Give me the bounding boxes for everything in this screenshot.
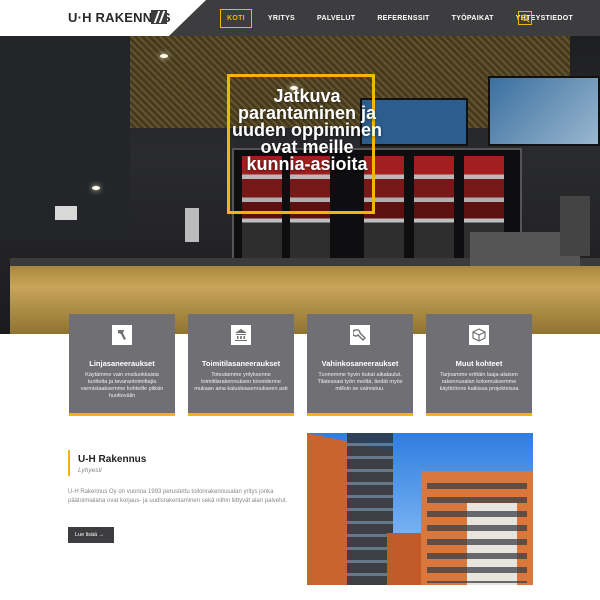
hero-title: Jatkuva parantaminen ja uuden oppiminen … — [232, 86, 382, 174]
hero-banner: Jatkuva parantaminen ja uuden oppiminen … — [0, 36, 600, 334]
service-title: Toimitilasaneeraukset — [201, 359, 281, 368]
read-more-button[interactable]: Lue lisää → — [68, 527, 114, 543]
service-title: Muut kohteet — [455, 359, 503, 368]
main-nav: KOTI YRITYS PALVELUT REFERENSSIT TYÖPAIK… — [220, 0, 595, 36]
service-text: Tarjoamme erittäin laaja-alaisen rakennu… — [439, 372, 519, 392]
about-text: U-H Rakennus Oy on vuonna 1993 perustett… — [68, 489, 288, 504]
service-card-vahinkosaneeraukset[interactable]: Vahinkosaneeraukset Tunnemme hyvin tiuka… — [307, 314, 413, 416]
about-accent-bar — [68, 450, 70, 476]
photo-building-balconies — [427, 483, 527, 583]
service-card-muut-kohteet[interactable]: Muut kohteet Tarjoamme erittäin laaja-al… — [426, 314, 532, 416]
service-text: Käytämme vain ensiluokkaisia tuotteita j… — [80, 372, 164, 399]
about-subtitle: Lyhyesti — [78, 467, 102, 474]
hero-menu-screen — [488, 76, 600, 146]
nav-item-tyopaikat[interactable]: TYÖPAIKAT — [452, 15, 494, 22]
search-button[interactable] — [518, 11, 532, 25]
wrench-icon — [350, 325, 370, 345]
service-card-toimitilasaneeraukset[interactable]: Toimitilasaneeraukset Toteutamme yrityks… — [188, 314, 294, 416]
building-icon — [231, 325, 251, 345]
hammer-icon — [112, 325, 132, 345]
service-card-linjasaneeraukset[interactable]: Linjasaneeraukset Käytämme vain ensiluok… — [69, 314, 175, 416]
nav-item-yritys[interactable]: YRITYS — [268, 15, 295, 22]
about-title: U-H Rakennus — [78, 454, 147, 465]
nav-item-palvelut[interactable]: PALVELUT — [317, 15, 355, 22]
building-photo — [307, 433, 533, 585]
service-text: Tunnemme hyvin tiukat aikataulut. Tilate… — [317, 372, 403, 392]
nav-item-koti[interactable]: KOTI — [220, 8, 252, 28]
nav-item-referenssit[interactable]: REFERENSSIT — [377, 15, 429, 22]
logo-mark-icon[interactable] — [151, 10, 167, 24]
service-text: Toteutamme yrityksenne toimitilarakennuk… — [194, 372, 288, 392]
site-header: U·H RAKENNUS KOTI YRITYS PALVELUT REFERE… — [0, 0, 600, 36]
search-icon — [521, 14, 530, 23]
service-title: Vahinkosaneeraukset — [321, 359, 399, 368]
service-title: Linjasaneeraukset — [89, 359, 155, 368]
cube-icon — [469, 325, 489, 345]
